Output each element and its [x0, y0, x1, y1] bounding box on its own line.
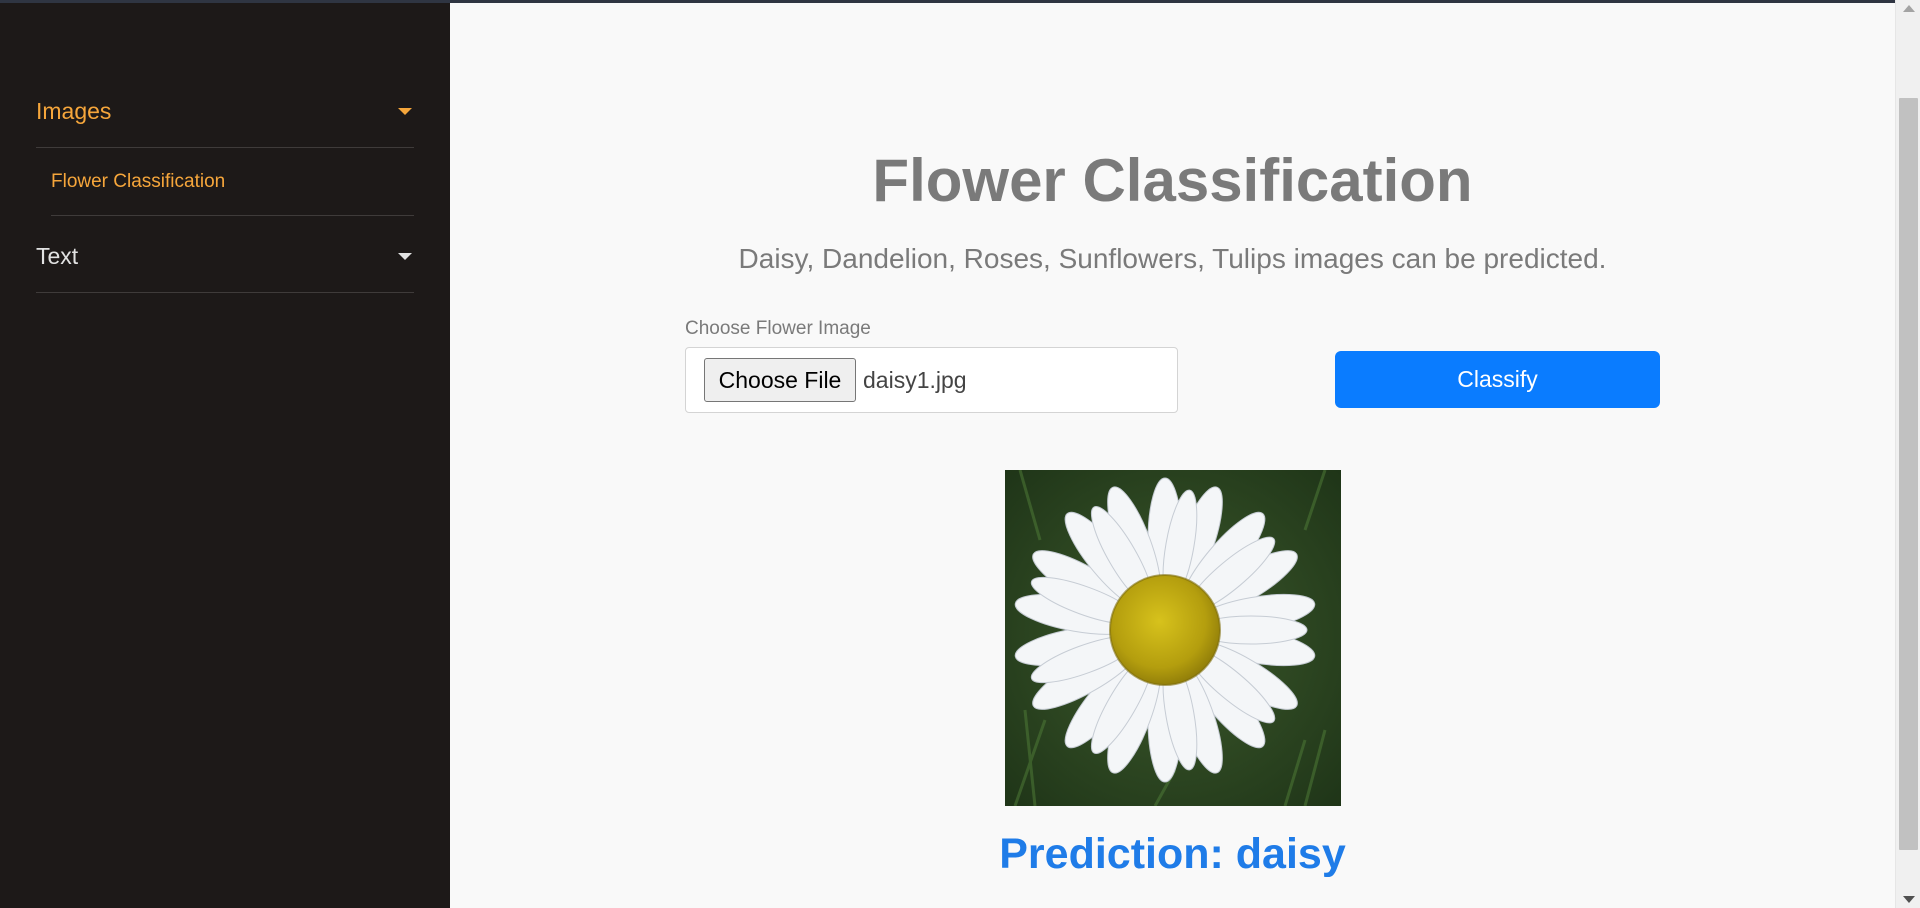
uploaded-flower-image — [1005, 470, 1341, 806]
nav-group-images-label: Images — [36, 98, 112, 124]
window-top-border — [0, 0, 1895, 3]
file-input[interactable]: Choose File daisy1.jpg — [685, 347, 1178, 413]
classify-button[interactable]: Classify — [1335, 351, 1660, 408]
nav-item-flower-classification[interactable]: Flower Classification — [51, 148, 414, 216]
caret-down-icon — [398, 108, 412, 115]
nav-group-text-toggle[interactable]: Text — [36, 220, 414, 293]
nav-group-images: Images Flower Classification — [36, 76, 414, 216]
nav-group-text-label: Text — [36, 242, 79, 269]
nav-item-flower-classification-label: Flower Classification — [51, 170, 226, 192]
main-content: Flower Classification Daisy, Dandelion, … — [450, 0, 1895, 908]
page-subtitle: Daisy, Dandelion, Roses, Sunflowers, Tul… — [738, 243, 1607, 274]
scroll-down-arrow-icon[interactable] — [1903, 896, 1915, 903]
page-title: Flower Classification — [872, 147, 1473, 214]
scroll-up-arrow-icon[interactable] — [1903, 5, 1915, 12]
daisy-image — [1005, 470, 1341, 806]
choose-file-button[interactable]: Choose File — [704, 358, 856, 402]
file-input-label: Choose Flower Image — [685, 318, 871, 339]
selected-file-name: daisy1.jpg — [863, 367, 967, 393]
vertical-scrollbar[interactable] — [1895, 0, 1920, 908]
nav-group-images-toggle[interactable]: Images — [36, 76, 414, 148]
scrollbar-thumb[interactable] — [1899, 98, 1918, 850]
prediction-result: Prediction: daisy — [999, 830, 1346, 878]
nav-group-text: Text — [36, 220, 414, 293]
sidebar: Images Flower Classification Text — [0, 0, 450, 908]
caret-down-icon — [398, 252, 412, 260]
